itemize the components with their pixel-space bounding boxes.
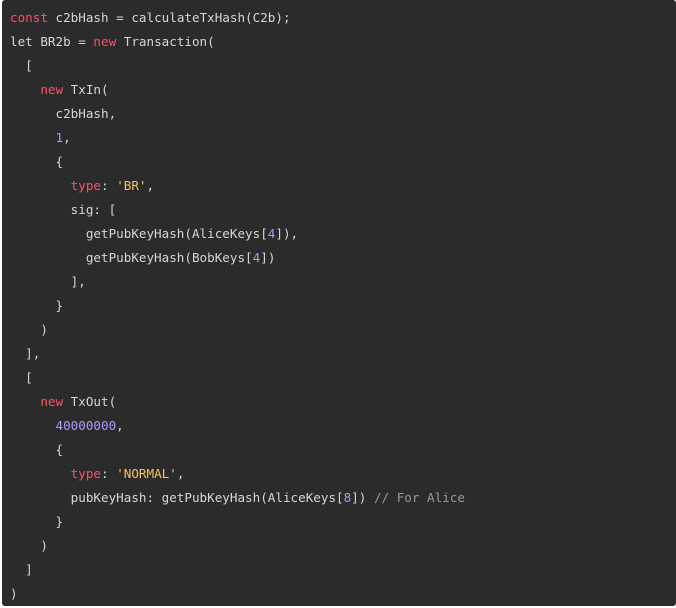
number-token: 1 [55,130,64,145]
code-token: [ [10,58,33,73]
code-token: } [10,514,64,529]
code-line: ) [10,534,465,558]
code-token: TxOut( [63,394,117,409]
code-line: getPubKeyHash(AliceKeys[4]), [10,222,465,246]
keyword-token: new [40,394,64,409]
code-line: getPubKeyHash(BobKeys[4]) [10,246,465,270]
code-line: type: 'NORMAL', [10,462,465,486]
keyword-token: new [93,34,117,49]
code-line: const c2bHash = calculateTxHash(C2b); [10,6,465,30]
code-content: const c2bHash = calculateTxHash(C2b); let… [10,6,465,606]
code-token: ]) [351,490,374,505]
code-line: } [10,510,465,534]
keyword-token: const [10,10,48,25]
number-token: 40000000 [55,418,117,433]
code-line: { [10,438,465,462]
code-line: pubKeyHash: getPubKeyHash(AliceKeys[8]) … [10,486,465,510]
code-token: getPubKeyHash(BobKeys[ [10,250,253,265]
code-line: let BR2b = new Transaction( [10,30,465,54]
code-token: ]), [275,226,299,241]
code-token: ) [10,322,48,337]
code-token: ], [10,274,86,289]
code-token: Transaction( [116,34,215,49]
code-token: ], [10,346,41,361]
code-token: ] [10,562,33,577]
comment-token: // For Alice [373,490,465,505]
code-token: getPubKeyHash(AliceKeys[ [10,226,268,241]
code-token: , [116,418,124,433]
code-line: sig: [ [10,198,465,222]
code-token: { [10,154,64,169]
code-token: ) [10,538,48,553]
code-line: ], [10,342,465,366]
code-line: type: 'BR', [10,174,465,198]
keyword-token: new [40,82,64,97]
code-line: [ [10,366,465,390]
code-token: ) [10,586,18,601]
code-token: pubKeyHash: getPubKeyHash(AliceKeys[ [10,490,344,505]
code-line: 40000000, [10,414,465,438]
code-line: [ [10,54,465,78]
code-token: , [146,178,155,193]
code-line: new TxOut( [10,390,465,414]
code-line: } [10,294,465,318]
code-line: ], [10,270,465,294]
code-token: ]) [260,250,276,265]
code-line: { [10,150,465,174]
string-token: 'BR' [116,178,147,193]
code-line: c2bHash, [10,102,465,126]
code-token: c2bHash, [10,106,117,121]
property-token: type [70,466,102,481]
code-line: 1, [10,126,465,150]
code-line: ] [10,558,465,582]
code-token: } [10,298,64,313]
code-block: const c2bHash = calculateTxHash(C2b); let… [2,0,676,606]
property-token: type [70,178,102,193]
code-line: ) [10,582,465,606]
code-token: TxIn( [63,82,109,97]
string-token: 'NORMAL' [116,466,177,481]
code-token: : [101,178,117,193]
code-token: [ [10,370,33,385]
code-token: , [63,130,71,145]
code-token: c2bHash = calculateTxHash(C2b); [47,10,291,25]
code-line: new TxIn( [10,78,465,102]
code-line: ) [10,318,465,342]
code-token: { [10,442,64,457]
code-token: let BR2b = [10,34,94,49]
code-token: , [176,466,185,481]
code-token: : [101,466,117,481]
code-token: sig: [ [10,202,117,217]
